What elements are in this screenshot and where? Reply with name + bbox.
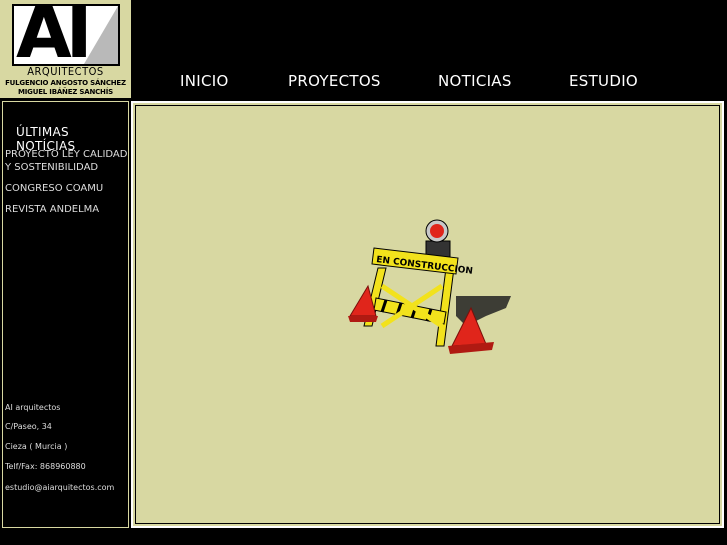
contact-street: C/Paseo, 34 bbox=[5, 422, 52, 431]
logo-letters: AI bbox=[16, 4, 92, 66]
contact-email[interactable]: estudio@aiarquitectos.com bbox=[5, 483, 114, 492]
nav-inicio[interactable]: INICIO bbox=[180, 72, 229, 90]
contact-company: AI arquitectos bbox=[5, 403, 61, 412]
nav-noticias[interactable]: NOTICIAS bbox=[438, 72, 512, 90]
contact-city: Cieza ( Murcia ) bbox=[5, 442, 68, 451]
sidebar: ÚLTIMAS NOTÍCIAS PROYECTO LEY CALIDAD Y … bbox=[2, 101, 129, 528]
under-construction-illustration: EN CONSTRUCCION bbox=[348, 219, 511, 354]
warning-light-lens bbox=[430, 224, 444, 238]
main-nav: INICIO PROYECTOS NOTICIAS ESTUDIO bbox=[0, 72, 727, 92]
nav-estudio[interactable]: ESTUDIO bbox=[569, 72, 638, 90]
barrier-leg-right bbox=[435, 267, 455, 347]
news-item-revista[interactable]: REVISTA ANDELMA bbox=[5, 203, 133, 216]
news-item-ley-calidad[interactable]: PROYECTO LEY CALIDAD Y SOSTENIBILIDAD bbox=[5, 148, 133, 174]
main-content: EN CONSTRUCCION bbox=[131, 101, 724, 528]
contact-phone: Telf/Fax: 868960880 bbox=[5, 462, 86, 471]
nav-proyectos[interactable]: PROYECTOS bbox=[288, 72, 381, 90]
logo-mark: AI bbox=[12, 4, 120, 66]
logo-shade bbox=[84, 6, 118, 64]
news-item-congreso[interactable]: CONGRESO COAMU bbox=[5, 182, 133, 195]
